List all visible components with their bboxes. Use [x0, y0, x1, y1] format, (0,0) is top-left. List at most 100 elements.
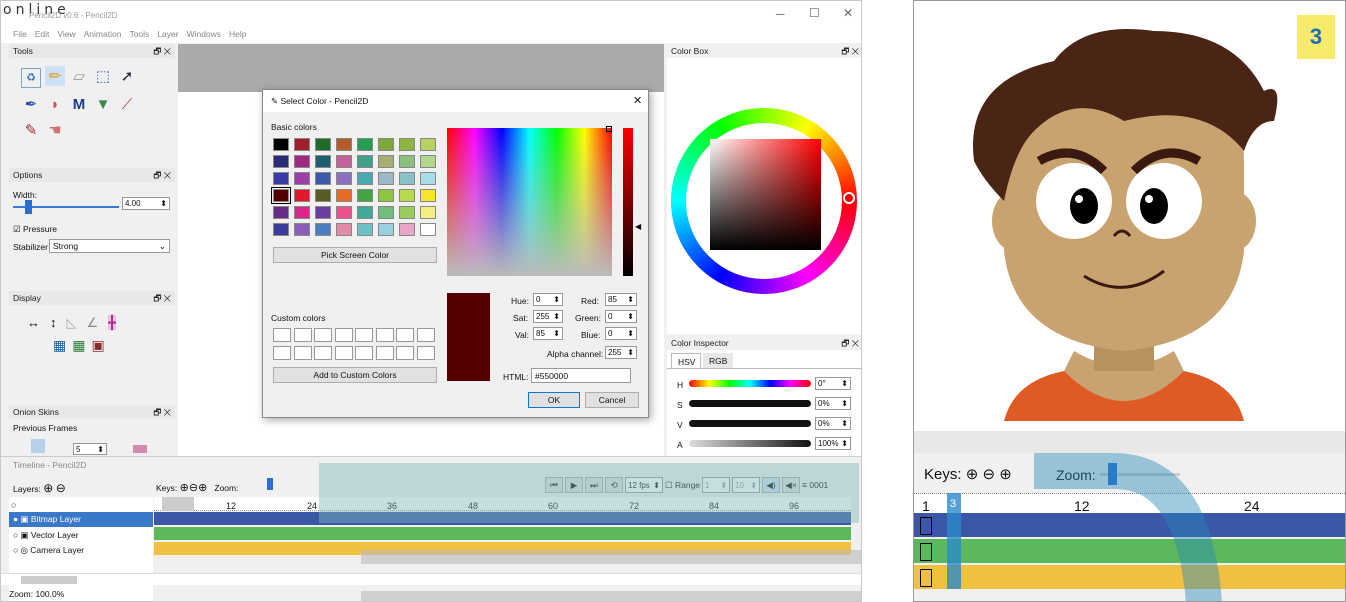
val-spinbox[interactable]: 0% ⬍	[815, 417, 851, 430]
basic-color-swatch[interactable]	[273, 172, 289, 185]
basic-color-swatch[interactable]	[357, 189, 373, 202]
menu-animation[interactable]: Animation	[84, 29, 122, 39]
basic-color-swatch[interactable]	[294, 172, 310, 185]
value-slider[interactable]	[623, 128, 633, 276]
remove-layer-icon[interactable]: ⊖	[56, 481, 66, 495]
outline-icon[interactable]: ◺	[67, 315, 77, 330]
custom-color-swatch[interactable]	[273, 328, 291, 342]
basic-color-swatch[interactable]	[357, 223, 373, 236]
ok-button[interactable]: OK	[528, 392, 580, 408]
basic-color-swatch[interactable]	[273, 138, 289, 151]
onion-prev-spinbox[interactable]: 5 ⬍	[73, 443, 107, 455]
menu-file[interactable]: File	[13, 29, 27, 39]
basic-color-swatch[interactable]	[294, 138, 310, 151]
basic-color-swatch[interactable]	[420, 172, 436, 185]
basic-color-swatch[interactable]	[336, 155, 352, 168]
basic-color-swatch[interactable]	[399, 155, 415, 168]
basic-color-swatch[interactable]	[336, 189, 352, 202]
basic-color-swatch[interactable]	[378, 189, 394, 202]
zoomed-key-camera[interactable]	[920, 569, 932, 587]
basic-color-swatch[interactable]	[271, 187, 291, 204]
alpha-field[interactable]: 255 ⬍	[605, 346, 637, 359]
flip-vertical-icon[interactable]: ↕	[50, 315, 57, 330]
add-key-icon[interactable]: ⊕	[180, 482, 189, 494]
layer-camera[interactable]: ○ ◎ Camera Layer	[9, 543, 153, 558]
layer-bitmap[interactable]: ● ▣ Bitmap Layer	[9, 512, 153, 527]
menu-help[interactable]: Help	[229, 29, 246, 39]
width-slider-handle[interactable]	[25, 200, 32, 214]
hue-slider[interactable]	[689, 380, 811, 387]
pencil-icon[interactable]: ✏	[45, 66, 65, 86]
basic-color-swatch[interactable]	[399, 172, 415, 185]
eraser-icon[interactable]: ▱	[69, 66, 89, 86]
basic-color-swatch[interactable]	[273, 223, 289, 236]
basic-color-swatch[interactable]	[294, 189, 310, 202]
tab-hsv[interactable]: HSV	[671, 353, 701, 369]
menu-tools[interactable]: Tools	[129, 29, 149, 39]
basic-color-swatch[interactable]	[357, 206, 373, 219]
hue-wheel[interactable]	[671, 108, 857, 294]
basic-color-swatch[interactable]	[399, 206, 415, 219]
pressure-checkbox[interactable]: ☑ Pressure	[13, 224, 57, 235]
custom-color-swatch[interactable]	[355, 346, 373, 360]
value-arrow-icon[interactable]: ◀	[635, 222, 641, 231]
basic-color-swatch[interactable]	[315, 172, 331, 185]
basic-color-swatch[interactable]	[378, 155, 394, 168]
basic-color-swatch[interactable]	[336, 138, 352, 151]
menu-view[interactable]: View	[57, 29, 75, 39]
maximize-icon[interactable]: ☐	[809, 6, 820, 20]
basic-color-swatch[interactable]	[336, 172, 352, 185]
custom-color-swatch[interactable]	[293, 346, 312, 360]
basic-color-swatch[interactable]	[315, 189, 331, 202]
basic-color-swatch[interactable]	[399, 223, 415, 236]
perspective-icon[interactable]: ∠	[87, 315, 99, 330]
sat-spinbox[interactable]: 0% ⬍	[815, 397, 851, 410]
hue-saturation-field[interactable]	[447, 126, 612, 276]
basic-color-swatch[interactable]	[315, 138, 331, 151]
basic-color-swatch[interactable]	[399, 189, 415, 202]
custom-color-swatch[interactable]	[416, 328, 435, 342]
onion-prev-toggle[interactable]	[31, 439, 45, 453]
basic-color-swatch[interactable]	[378, 206, 394, 219]
basic-color-swatch[interactable]	[420, 155, 436, 168]
hue-field[interactable]: 0 ⬍	[533, 293, 563, 306]
remove-key-icon[interactable]: ⊖	[189, 482, 198, 494]
val-field[interactable]: 85 ⬍	[533, 327, 563, 340]
dialog-close-icon[interactable]: ✕	[633, 94, 642, 107]
timeline-scrollbar[interactable]	[1, 573, 861, 585]
smudge-icon[interactable]: ✎	[21, 120, 41, 140]
basic-color-swatch[interactable]	[378, 138, 394, 151]
alpha-slider[interactable]	[689, 440, 811, 447]
custom-color-swatch[interactable]	[396, 328, 414, 342]
custom-color-swatch[interactable]	[314, 346, 332, 360]
basic-color-swatch[interactable]	[273, 206, 289, 219]
basic-color-swatch[interactable]	[357, 155, 373, 168]
grid-icon[interactable]: ▦	[53, 337, 66, 353]
basic-color-swatch[interactable]	[357, 172, 373, 185]
menu-edit[interactable]: Edit	[35, 29, 50, 39]
width-spinbox[interactable]: 4.00 ⬍	[122, 197, 170, 210]
custom-color-swatch[interactable]	[273, 346, 291, 360]
basic-color-swatch[interactable]	[294, 155, 310, 168]
clear-icon[interactable]: ♻	[21, 67, 41, 88]
basic-color-swatch[interactable]	[336, 223, 352, 236]
add-to-custom-colors-button[interactable]: Add to Custom Colors	[273, 367, 437, 383]
saturation-value-square[interactable]	[710, 139, 821, 250]
basic-color-swatch[interactable]	[420, 189, 436, 202]
sat-field[interactable]: 255 ⬍	[533, 310, 563, 323]
val-slider[interactable]	[689, 420, 811, 427]
zoomed-key-vector[interactable]	[920, 543, 932, 561]
basic-color-swatch[interactable]	[420, 223, 436, 236]
onion-color-swatch[interactable]	[133, 445, 147, 453]
zoomed-key-bitmap[interactable]	[920, 517, 932, 535]
html-field[interactable]: #550000	[531, 368, 631, 383]
custom-color-swatch[interactable]	[416, 346, 435, 360]
hue-spinbox[interactable]: 0° ⬍	[815, 377, 851, 390]
layer-vector[interactable]: ○ ▣ Vector Layer	[9, 528, 153, 543]
sat-slider[interactable]	[689, 400, 811, 407]
custom-color-swatch[interactable]	[334, 328, 353, 342]
move-icon[interactable]: ➚	[117, 66, 137, 86]
basic-color-swatch[interactable]	[420, 138, 436, 151]
safe-area-icon[interactable]: ▣	[91, 337, 104, 353]
green-field[interactable]: 0 ⬍	[605, 310, 637, 323]
